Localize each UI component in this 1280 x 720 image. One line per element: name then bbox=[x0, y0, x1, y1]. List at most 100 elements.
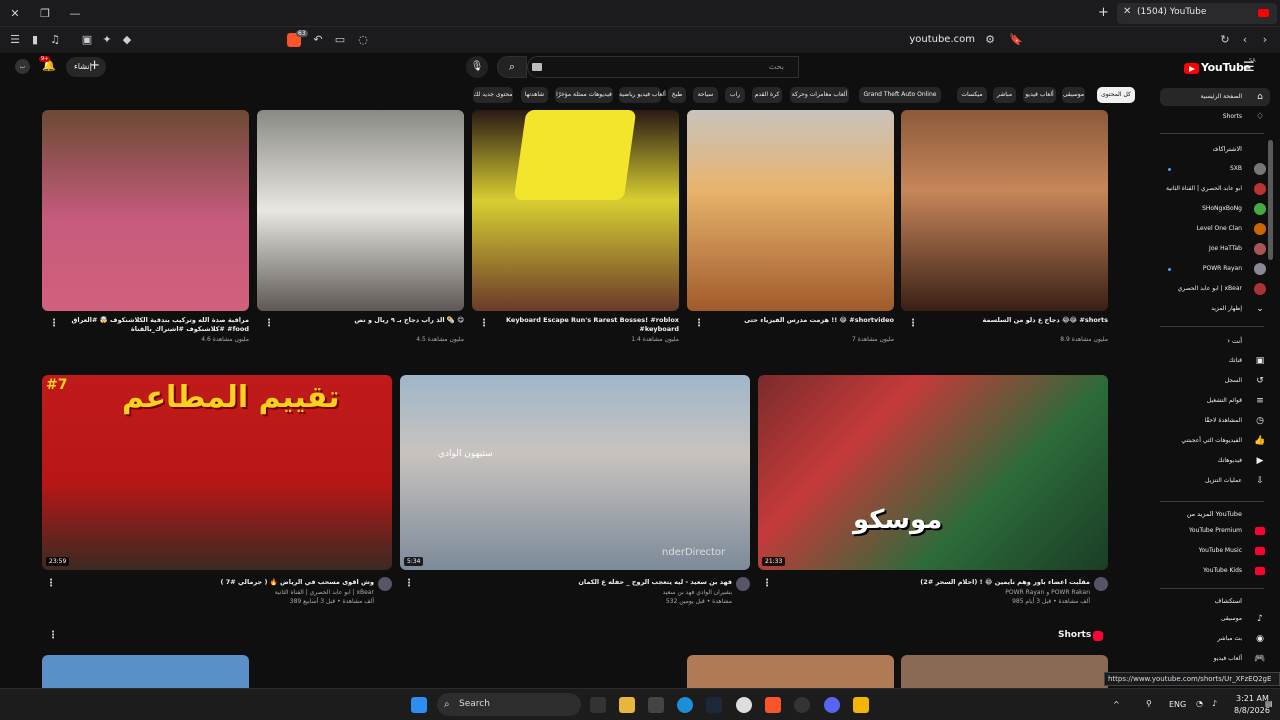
sidebar-item-you[interactable]: السجل ↺ bbox=[1160, 372, 1270, 390]
guide-menu-icon[interactable]: ☰ bbox=[1243, 60, 1255, 75]
sidebar-item-subscription[interactable]: SHoNgxBoNg bbox=[1160, 200, 1270, 218]
sidebar-item-more[interactable]: YouTube Premium bbox=[1160, 522, 1270, 540]
short-title[interactable]: مراقبة صدة الله وتركيب بندقية الكلاشنكوف… bbox=[62, 316, 249, 334]
short-title[interactable]: Keyboard Escape Run's Rarest Bosses! #ro… bbox=[492, 316, 679, 334]
discord-icon[interactable] bbox=[824, 697, 840, 713]
filter-chip[interactable]: سياحة bbox=[693, 87, 718, 103]
search-input[interactable]: بحث bbox=[527, 56, 799, 78]
sidebar-item-you[interactable]: الفيديوهات التي أعجبتني 👍 bbox=[1160, 432, 1270, 450]
app-icon[interactable] bbox=[794, 697, 810, 713]
subscriptions-header[interactable]: الاشتراكات › bbox=[1160, 142, 1270, 156]
video-thumbnail[interactable]: موسكو 21:33 bbox=[758, 375, 1108, 570]
short-title[interactable]: الذ راب دجاج بـ ٩ ريال و نص 🌯 😋 bbox=[277, 316, 464, 325]
settings-icon[interactable] bbox=[736, 697, 752, 713]
wifi-icon[interactable]: ◔ bbox=[1196, 699, 1203, 708]
section-more-icon[interactable]: ⋮ bbox=[48, 630, 58, 641]
music-icon[interactable]: ♫ bbox=[47, 32, 63, 48]
epic-games-icon[interactable] bbox=[590, 697, 606, 713]
sidebar-scrollbar[interactable] bbox=[1268, 140, 1273, 260]
bookmark-icon[interactable]: 🔖 bbox=[1008, 32, 1024, 48]
sidebar-item-subscription[interactable]: POWR Rayan bbox=[1160, 260, 1270, 278]
notification-center-icon[interactable]: ▤ bbox=[1265, 699, 1273, 708]
short-card[interactable]: مراقبة صدة الله وتركيب بندقية الكلاشنكوف… bbox=[42, 110, 249, 350]
filter-chip[interactable]: ألعاب مغامرات وحركة bbox=[790, 87, 849, 103]
short-card-partial[interactable] bbox=[901, 655, 1108, 688]
filter-chip[interactable]: شاهدتها bbox=[521, 87, 548, 103]
more-actions-icon[interactable]: ⋮ bbox=[762, 578, 772, 589]
video-title[interactable]: فهد بن سعيد - ليه يتعجب الروح _ حفله ع ا… bbox=[420, 578, 732, 587]
sidebar-item-you[interactable]: المشاهدة لاحقًا ◷ bbox=[1160, 412, 1270, 430]
sidebar-item-home[interactable]: الصفحة الرئيسية ⌂ bbox=[1160, 88, 1270, 106]
short-thumbnail[interactable] bbox=[901, 110, 1108, 311]
avatar[interactable]: ب bbox=[15, 59, 30, 74]
create-button[interactable]: إنشاء + bbox=[66, 57, 106, 77]
sidebar-item-subscription[interactable]: Level One Clan bbox=[1160, 220, 1270, 238]
sidebar-item-you[interactable]: قوائم التشغيل ≡ bbox=[1160, 392, 1270, 410]
more-actions-icon[interactable]: ⋮ bbox=[264, 318, 274, 329]
forward-icon[interactable]: ‹ bbox=[1237, 32, 1253, 48]
site-settings-icon[interactable]: ⚙ bbox=[982, 32, 998, 48]
reload-icon[interactable]: ↻ bbox=[1217, 32, 1233, 48]
menu-icon[interactable]: ☰ bbox=[7, 32, 23, 48]
screenshot-icon[interactable]: ▣ bbox=[79, 32, 95, 48]
short-card[interactable]: هزمت مدرس الفيزياء حتى !! 😂 #shortvideo 7… bbox=[687, 110, 894, 350]
clock-time[interactable]: 3:21 AM bbox=[1236, 694, 1269, 703]
sidebar-item-subscription[interactable]: SXB bbox=[1160, 160, 1270, 178]
sidebar-item-subscription[interactable]: ابو عابد الحصري | القناة الثانية bbox=[1160, 180, 1270, 198]
channel-avatar[interactable] bbox=[736, 577, 750, 591]
sidebar-item-more[interactable]: YouTube Music bbox=[1160, 542, 1270, 560]
video-card[interactable]: موسكو 21:33 مقلبت اعضاء باور وهم نايمين 😂 … bbox=[758, 375, 1108, 615]
channel-name[interactable]: ابو عابد الحصري | القناة الثانية | xBear bbox=[62, 588, 374, 597]
filter-chip[interactable]: راب bbox=[725, 87, 745, 103]
file-explorer-icon[interactable] bbox=[619, 697, 635, 713]
extensions-icon[interactable]: ✦ bbox=[99, 32, 115, 48]
wallet-icon[interactable]: ◆ bbox=[119, 32, 135, 48]
url-field[interactable]: youtube.com bbox=[880, 34, 975, 45]
channel-name[interactable]: بشيران الوادي فهد بن سعيد bbox=[420, 588, 732, 597]
filter-chip[interactable]: ألعاب فيديو رياضية bbox=[619, 87, 666, 103]
filter-chip[interactable]: محتوى جديد لك bbox=[473, 87, 513, 103]
more-actions-icon[interactable]: ⋮ bbox=[479, 318, 489, 329]
sidebar-item-you[interactable]: قناتك ▣ bbox=[1160, 352, 1270, 370]
sidebar-toggle-icon[interactable]: ▮ bbox=[27, 32, 43, 48]
more-actions-icon[interactable]: ⋮ bbox=[404, 578, 414, 589]
video-thumbnail[interactable]: ستيهون الوادي nderDirector 5:34 bbox=[400, 375, 750, 570]
channel-avatar[interactable] bbox=[378, 577, 392, 591]
channel-name[interactable]: POWR Rayan و POWR Rakan bbox=[778, 588, 1090, 597]
video-title[interactable]: مقلبت اعضاء باور وهم نايمين 😂 ! (احلام ا… bbox=[778, 578, 1090, 587]
keyboard-icon[interactable] bbox=[532, 63, 542, 71]
sidebar-item-show-more[interactable]: إظهار المزيد ⌄ bbox=[1160, 300, 1270, 318]
voice-search-icon[interactable]: 🎙 bbox=[466, 56, 488, 78]
filter-chip[interactable]: ألعاب فيديو bbox=[1023, 87, 1056, 103]
back-icon[interactable]: › bbox=[1257, 32, 1273, 48]
filter-chip[interactable]: كرة القدم bbox=[752, 87, 782, 103]
video-card[interactable]: ستيهون الوادي nderDirector 5:34 فهد بن سعيد… bbox=[400, 375, 750, 615]
you-header[interactable]: أنت › bbox=[1160, 334, 1270, 348]
language-indicator[interactable]: ENG bbox=[1169, 700, 1186, 709]
app-icon[interactable] bbox=[853, 697, 869, 713]
brave-taskbar-icon[interactable] bbox=[765, 697, 781, 713]
short-card-partial[interactable] bbox=[42, 655, 249, 688]
short-title[interactable]: دجاج ع دلو من السلسمة 😂😂 #shorts bbox=[921, 316, 1108, 325]
filter-chip[interactable]: فيديوهات ممثلة مؤخرًا bbox=[555, 87, 613, 103]
short-card-partial[interactable] bbox=[687, 655, 894, 688]
video-card[interactable]: تقييم المطاعم #7 23:59 وش اقوى مسحب في الري… bbox=[42, 375, 392, 615]
sidebar-item-explore[interactable]: موسيقى ♪ bbox=[1160, 610, 1270, 628]
taskbar-search[interactable]: ⌕ Search bbox=[437, 693, 581, 716]
network-icon[interactable]: ⚲ bbox=[1146, 699, 1152, 708]
short-thumbnail[interactable] bbox=[42, 110, 249, 311]
new-tab-icon[interactable]: + bbox=[1098, 5, 1109, 20]
windows-start-icon[interactable] bbox=[411, 697, 427, 713]
more-actions-icon[interactable]: ⋮ bbox=[49, 318, 59, 329]
close-window-icon[interactable]: ✕ bbox=[7, 6, 23, 22]
short-title[interactable]: هزمت مدرس الفيزياء حتى !! 😂 #shortvideo bbox=[707, 316, 894, 325]
search-button[interactable]: ⌕ bbox=[497, 56, 527, 78]
video-title[interactable]: وش اقوى مسحب في الرياض 🔥 ( جرمالي #7 ) bbox=[62, 578, 375, 587]
cast-icon[interactable]: ▭ bbox=[332, 32, 348, 48]
store-icon[interactable] bbox=[648, 697, 664, 713]
sidebar-item-explore[interactable]: ألعاب فيديو 🎮 bbox=[1160, 650, 1270, 668]
sidebar-item-you[interactable]: عمليات التنزيل ⇩ bbox=[1160, 472, 1270, 490]
filter-chip[interactable]: طبخ bbox=[668, 87, 686, 103]
chevron-up-icon[interactable]: ^ bbox=[1113, 700, 1120, 709]
short-card[interactable]: دجاج ع دلو من السلسمة 😂😂 #shorts 8.9 مليو… bbox=[901, 110, 1108, 350]
